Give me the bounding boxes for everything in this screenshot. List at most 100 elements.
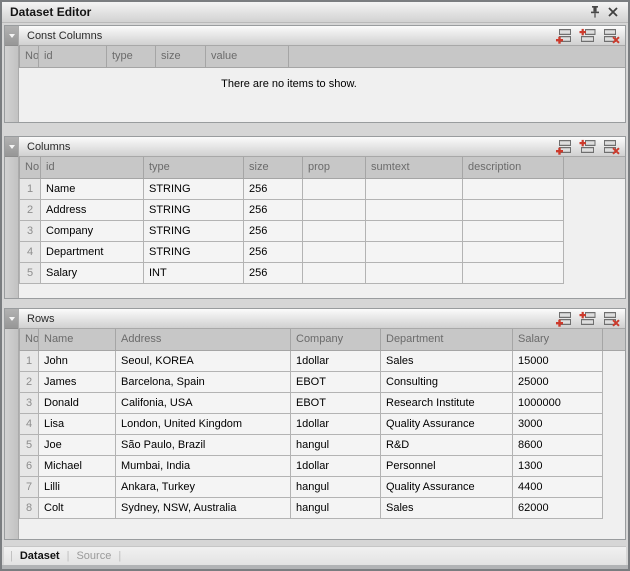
data-cell[interactable]: Name — [41, 178, 144, 199]
column-header[interactable]: No — [20, 46, 39, 67]
data-cell[interactable]: Consulting — [381, 371, 513, 392]
data-cell[interactable]: Salary — [41, 262, 144, 283]
row-number-cell[interactable]: 2 — [20, 199, 41, 220]
pin-button[interactable] — [586, 4, 604, 20]
data-cell[interactable]: Colt — [39, 497, 116, 518]
data-cell[interactable]: Sydney, NSW, Australia — [116, 497, 291, 518]
data-cell[interactable] — [463, 241, 564, 262]
row-number-cell[interactable]: 4 — [20, 241, 41, 262]
column-header[interactable]: value — [206, 46, 289, 67]
data-cell[interactable]: Ankara, Turkey — [116, 476, 291, 497]
column-header[interactable]: Address — [116, 329, 291, 350]
data-cell[interactable]: 25000 — [513, 371, 603, 392]
data-cell[interactable] — [463, 262, 564, 283]
insert-row-button[interactable] — [578, 28, 597, 44]
data-cell[interactable]: Personnel — [381, 455, 513, 476]
collapse-button[interactable] — [5, 309, 18, 329]
row-number-cell[interactable]: 1 — [20, 178, 41, 199]
data-cell[interactable] — [303, 199, 366, 220]
add-row-button[interactable] — [554, 139, 573, 155]
column-header[interactable]: Department — [381, 329, 513, 350]
column-header[interactable]: Name — [39, 329, 116, 350]
data-cell[interactable]: Address — [41, 199, 144, 220]
data-cell[interactable]: Califonia, USA — [116, 392, 291, 413]
data-cell[interactable]: 1000000 — [513, 392, 603, 413]
data-cell[interactable] — [463, 220, 564, 241]
data-cell[interactable]: 256 — [244, 178, 303, 199]
data-cell[interactable]: Donald — [39, 392, 116, 413]
data-cell[interactable]: Sales — [381, 497, 513, 518]
data-cell[interactable] — [303, 220, 366, 241]
collapse-button[interactable] — [5, 137, 18, 157]
data-cell[interactable]: STRING — [144, 199, 244, 220]
row-number-cell[interactable]: 7 — [20, 476, 39, 497]
data-cell[interactable] — [366, 220, 463, 241]
data-cell[interactable]: Lilli — [39, 476, 116, 497]
data-cell[interactable] — [366, 178, 463, 199]
data-cell[interactable]: Michael — [39, 455, 116, 476]
column-header[interactable]: type — [144, 157, 244, 178]
add-row-button[interactable] — [554, 311, 573, 327]
data-cell[interactable]: 8600 — [513, 434, 603, 455]
data-cell[interactable]: Seoul, KOREA — [116, 350, 291, 371]
row-number-cell[interactable]: 5 — [20, 262, 41, 283]
row-number-cell[interactable]: 1 — [20, 350, 39, 371]
row-number-cell[interactable]: 3 — [20, 392, 39, 413]
delete-row-button[interactable] — [602, 28, 621, 44]
data-cell[interactable]: London, United Kingdom — [116, 413, 291, 434]
column-header[interactable]: size — [156, 46, 206, 67]
data-cell[interactable]: Research Institute — [381, 392, 513, 413]
data-cell[interactable]: 256 — [244, 262, 303, 283]
row-number-cell[interactable]: 2 — [20, 371, 39, 392]
row-number-cell[interactable]: 5 — [20, 434, 39, 455]
data-cell[interactable]: Department — [41, 241, 144, 262]
data-cell[interactable]: 1dollar — [291, 455, 381, 476]
data-cell[interactable] — [463, 199, 564, 220]
column-header[interactable]: size — [244, 157, 303, 178]
data-cell[interactable]: John — [39, 350, 116, 371]
column-header[interactable]: type — [107, 46, 156, 67]
column-header[interactable]: description — [463, 157, 564, 178]
insert-row-button[interactable] — [578, 311, 597, 327]
insert-row-button[interactable] — [578, 139, 597, 155]
data-cell[interactable]: Lisa — [39, 413, 116, 434]
row-number-cell[interactable]: 4 — [20, 413, 39, 434]
column-header[interactable]: Salary — [513, 329, 603, 350]
data-cell[interactable] — [366, 199, 463, 220]
data-cell[interactable]: 256 — [244, 199, 303, 220]
column-header[interactable]: prop — [303, 157, 366, 178]
data-cell[interactable]: 62000 — [513, 497, 603, 518]
data-cell[interactable]: STRING — [144, 220, 244, 241]
data-cell[interactable]: Sales — [381, 350, 513, 371]
column-header[interactable]: No — [20, 157, 41, 178]
column-header[interactable]: No — [20, 329, 39, 350]
column-header[interactable]: Company — [291, 329, 381, 350]
data-cell[interactable]: STRING — [144, 178, 244, 199]
data-cell[interactable]: James — [39, 371, 116, 392]
data-cell[interactable]: 4400 — [513, 476, 603, 497]
delete-row-button[interactable] — [602, 139, 621, 155]
data-cell[interactable]: Quality Assurance — [381, 413, 513, 434]
data-cell[interactable]: Joe — [39, 434, 116, 455]
data-cell[interactable]: EBOT — [291, 371, 381, 392]
data-cell[interactable]: EBOT — [291, 392, 381, 413]
data-cell[interactable]: Mumbai, India — [116, 455, 291, 476]
data-cell[interactable]: 1dollar — [291, 350, 381, 371]
data-cell[interactable]: São Paulo, Brazil — [116, 434, 291, 455]
tab-source[interactable]: Source — [76, 550, 111, 562]
data-cell[interactable]: 256 — [244, 220, 303, 241]
data-cell[interactable]: 256 — [244, 241, 303, 262]
collapse-button[interactable] — [5, 26, 18, 46]
data-cell[interactable]: Quality Assurance — [381, 476, 513, 497]
data-cell[interactable]: hangul — [291, 497, 381, 518]
data-cell[interactable] — [463, 178, 564, 199]
data-cell[interactable] — [303, 178, 366, 199]
data-cell[interactable] — [303, 262, 366, 283]
data-cell[interactable]: 3000 — [513, 413, 603, 434]
row-number-cell[interactable]: 3 — [20, 220, 41, 241]
close-button[interactable] — [604, 4, 622, 20]
delete-row-button[interactable] — [602, 311, 621, 327]
data-cell[interactable] — [366, 262, 463, 283]
data-cell[interactable]: hangul — [291, 434, 381, 455]
data-cell[interactable]: hangul — [291, 476, 381, 497]
